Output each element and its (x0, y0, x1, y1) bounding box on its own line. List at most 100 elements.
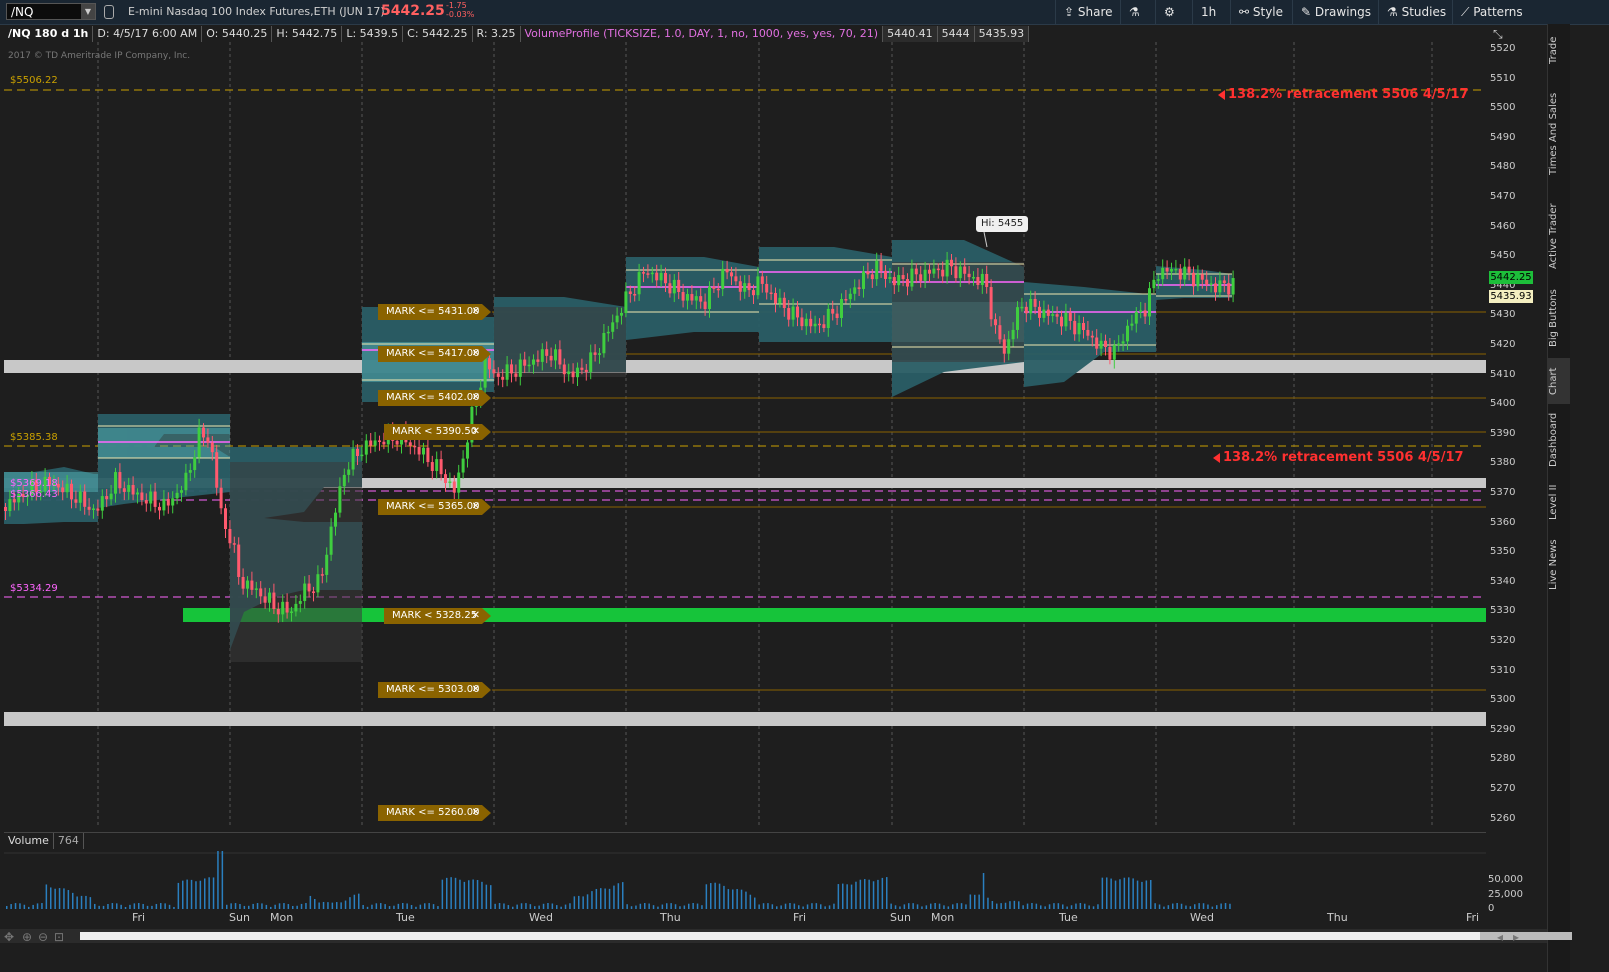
volume-bar (1136, 880, 1139, 909)
volume-bar (133, 903, 136, 909)
candle-body (584, 369, 588, 372)
volume-bar (1207, 904, 1209, 909)
zoom-out-icon[interactable]: ⊖ (38, 930, 48, 944)
candle-body (743, 283, 747, 292)
candle-body (1134, 311, 1138, 324)
volume-bar (124, 906, 127, 909)
alert-mark[interactable]: MARK < 5390.50 ✕ (384, 424, 491, 440)
price-axis[interactable]: 5520 5510 5500 5490 5480 5470 5460 5450 5440 5430… (1488, 42, 1544, 832)
candle-body (395, 440, 399, 445)
style-button[interactable]: ⚯ Style (1230, 0, 1291, 24)
scroll-right-icon[interactable]: ▸ (1513, 930, 1519, 944)
close-icon[interactable]: ✕ (472, 499, 480, 515)
volume-bar (503, 903, 505, 909)
drawings-button[interactable]: ✎ Drawings (1292, 0, 1379, 24)
close-icon[interactable]: ✕ (472, 682, 480, 698)
volume-bar (507, 905, 510, 909)
zoom-box-icon[interactable]: ⊡ (54, 930, 64, 944)
alert-mark[interactable]: MARK <= 5402.00 ✕ (378, 390, 491, 406)
alert-text: MARK <= 5365.00 (386, 501, 480, 512)
alert-mark[interactable]: MARK <= 5417.00 ✕ (378, 346, 491, 362)
tools-icon[interactable]: ⤡ (1493, 27, 1503, 42)
candle-body (888, 277, 892, 279)
volume-bar (652, 905, 655, 909)
alert-mark[interactable]: MARK <= 5431.00 ✕ (378, 304, 491, 320)
hi-marker-line (983, 231, 988, 248)
scroll-left-icon[interactable]: ◂ (1497, 930, 1503, 944)
patterns-button[interactable]: ⟋ Patterns (1452, 0, 1531, 24)
candle-body (813, 323, 817, 327)
tab-big-buttons[interactable]: Big Buttons (1548, 282, 1570, 354)
candle-body (281, 601, 285, 615)
retracement-annotation[interactable]: 138.2% retracement 5506 4/5/17 (1223, 450, 1464, 465)
volume-bar (855, 881, 857, 909)
alert-mark[interactable]: MARK <= 5260.00 ✕ (378, 805, 491, 821)
volume-pane[interactable] (4, 832, 1486, 911)
volume-bar (336, 902, 338, 909)
pan-icon[interactable]: ✥ (4, 930, 14, 944)
close-icon[interactable]: ✕ (472, 424, 480, 440)
tab-chart[interactable]: Chart (1548, 358, 1570, 404)
close-icon[interactable]: ✕ (472, 304, 480, 320)
scroll-thumb[interactable] (1480, 932, 1572, 940)
volume-bar (591, 891, 593, 909)
volume-bar (441, 879, 444, 909)
study-label[interactable]: VolumeProfile (TICKSIZE, 1.0, DAY, 1, no… (521, 26, 884, 42)
candle-body (109, 493, 113, 500)
tab-active-trader[interactable]: Active Trader (1548, 196, 1570, 276)
volume-bar (1216, 905, 1218, 909)
symbol-period[interactable]: /NQ 180 d 1h (4, 26, 94, 42)
price-chart[interactable] (4, 42, 1486, 828)
candle-body (206, 437, 210, 443)
volume-bar (965, 904, 967, 909)
symbol-dropdown-icon[interactable]: ▼ (81, 4, 95, 19)
candle-body (910, 268, 914, 287)
alert-mark[interactable]: MARK <= 5303.00 ✕ (378, 682, 491, 698)
flask-button[interactable]: ⚗ (1120, 0, 1148, 24)
candle-body (672, 279, 676, 294)
share-icon: ⇪ (1064, 5, 1078, 19)
time-axis[interactable]: Fri Sun Mon Tue Wed Thu Fri Sun Mon Tue … (4, 911, 1486, 929)
close-icon[interactable]: ✕ (472, 346, 480, 362)
share-button[interactable]: ⇪ Share (1055, 0, 1121, 24)
volume-bar (529, 904, 532, 909)
candle-body (998, 325, 1002, 340)
volume-bar (846, 884, 848, 909)
link-icon[interactable] (104, 5, 114, 19)
retracement-annotation[interactable]: 138.2% retracement 5506 4/5/17 (1228, 87, 1469, 102)
timeframe-button[interactable]: 1h (1192, 0, 1224, 24)
alert-mark[interactable]: MARK <= 5365.00 ✕ (378, 499, 491, 515)
volume-bar (674, 904, 677, 909)
settings-button[interactable]: ⚙ (1155, 0, 1183, 24)
volume-bar (1167, 905, 1170, 909)
scroll-track[interactable] (80, 932, 1572, 940)
tab-trade[interactable]: Trade (1548, 30, 1570, 70)
symbol-input[interactable]: /NQ ▼ (6, 3, 96, 20)
studies-button[interactable]: ⚗ Studies (1378, 0, 1454, 24)
candle-body (571, 371, 575, 378)
candle-body (83, 491, 87, 507)
close-icon[interactable]: ✕ (472, 608, 480, 624)
patterns-icon: ⟋ (1461, 5, 1474, 19)
tab-times-and-sales[interactable]: Times And Sales (1548, 80, 1570, 188)
volume-bar (380, 903, 382, 909)
volume-bar (6, 905, 8, 909)
close-icon[interactable]: ✕ (472, 805, 480, 821)
alert-text: MARK < 5328.25 (392, 610, 478, 621)
candle-body (1196, 274, 1200, 287)
tab-live-news[interactable]: Live News (1548, 532, 1570, 598)
candle-body (822, 324, 826, 329)
candle-body (593, 352, 597, 355)
zoom-in-icon[interactable]: ⊕ (22, 930, 32, 944)
close-icon[interactable]: ✕ (472, 390, 480, 406)
alert-mark[interactable]: MARK < 5328.25 ✕ (384, 608, 491, 624)
tab-level-ii[interactable]: Level II (1548, 480, 1570, 524)
horizontal-scrollbar[interactable] (0, 929, 1572, 943)
volume-bar (305, 903, 307, 909)
volume-bar (199, 880, 202, 909)
candle-body (681, 292, 685, 301)
volume-bar (1114, 880, 1117, 909)
volume-bar (679, 906, 681, 909)
tab-dashboard[interactable]: Dashboard (1548, 408, 1570, 472)
volume-bar (1066, 906, 1068, 909)
